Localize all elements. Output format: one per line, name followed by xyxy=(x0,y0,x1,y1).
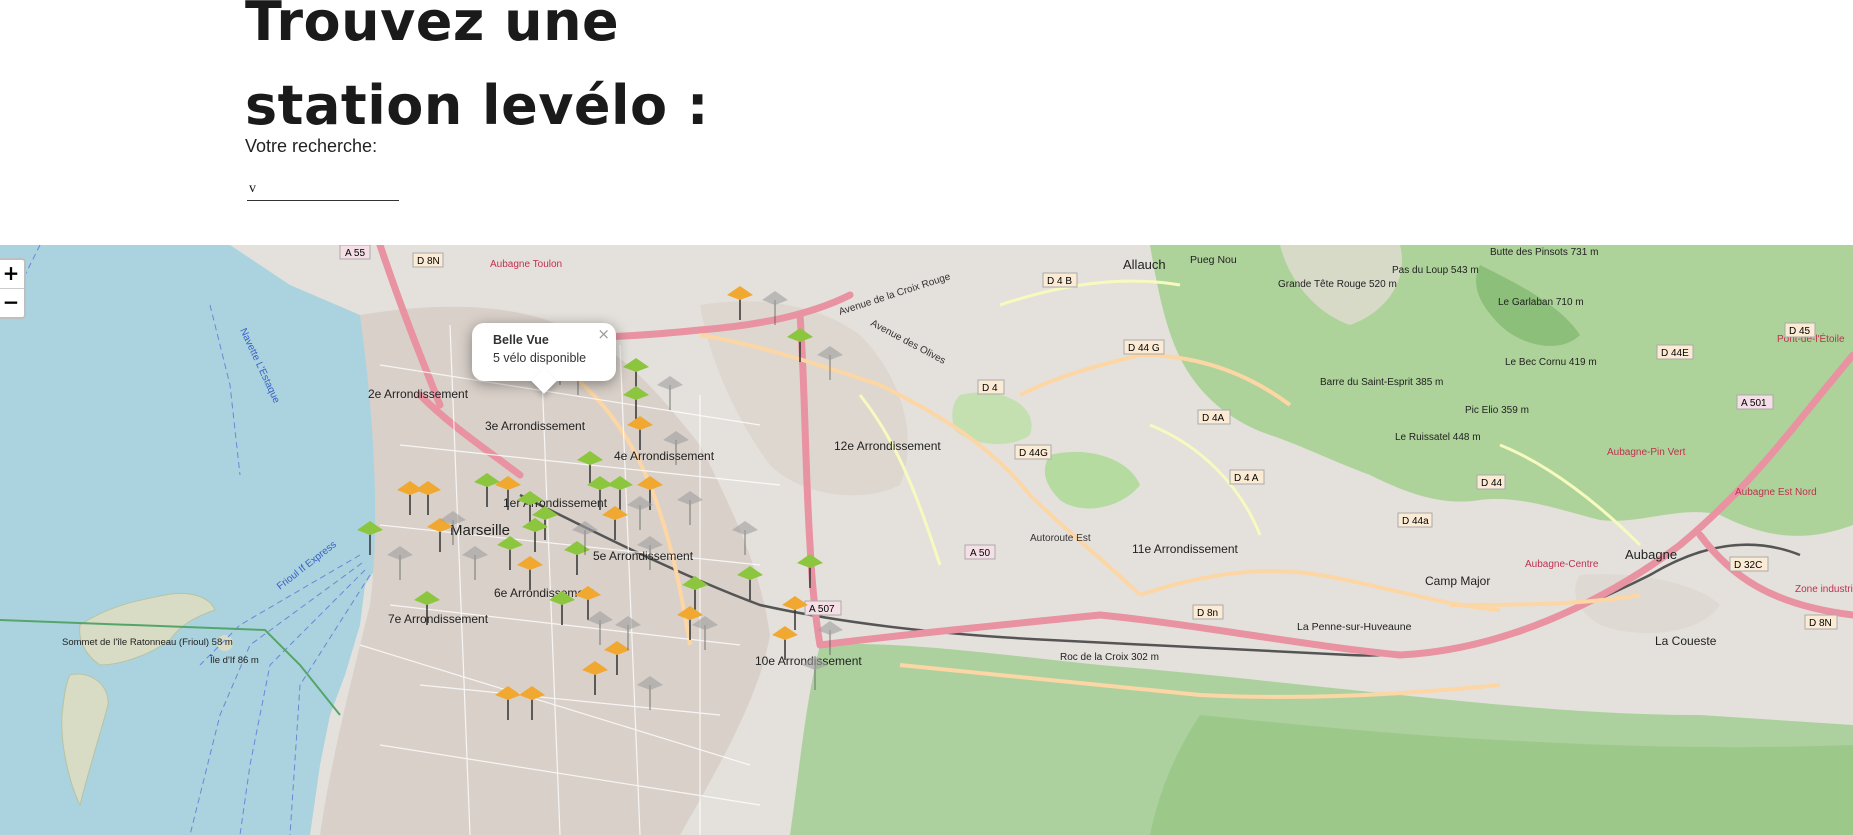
svg-text:D 8n: D 8n xyxy=(1197,608,1218,619)
label-autoroute-est: Autoroute Est xyxy=(1030,533,1091,544)
shield-d32c: D 32C xyxy=(1729,556,1769,572)
label-11e-arrondissement: 11e Arrondissement xyxy=(1132,542,1239,556)
shield-a50: A 50 xyxy=(964,544,996,560)
label-marseille: Marseille xyxy=(450,522,510,539)
shield-d8n: D 8N xyxy=(412,252,444,268)
svg-text:D 44a: D 44a xyxy=(1402,516,1429,527)
svg-text:D 44E: D 44E xyxy=(1661,348,1689,359)
label-pas-du-loup: Pas du Loup 543 m xyxy=(1392,265,1479,276)
shield-d44g: D 44 G xyxy=(1123,339,1165,355)
label-aubagne-pin-vert: Aubagne-Pin Vert xyxy=(1607,447,1686,458)
svg-text:A 50: A 50 xyxy=(970,548,990,559)
station-popup: Belle Vue 5 vélo disponible × xyxy=(472,323,616,394)
shield-d4b: D 4 B xyxy=(1042,272,1078,288)
svg-text:D 44: D 44 xyxy=(1481,478,1503,489)
shield-d44e: D 44E xyxy=(1656,344,1694,360)
label-pic-elio: Pic Elio 359 m xyxy=(1465,405,1529,416)
shield-d44: D 44 xyxy=(1476,474,1506,490)
zoom-control: + − xyxy=(0,258,26,319)
label-butte-des-pinsots: Butte des Pinsots 731 m xyxy=(1490,247,1598,258)
svg-text:A 55: A 55 xyxy=(345,248,365,259)
label-camp-major: Camp Major xyxy=(1425,574,1490,588)
label-roc-de-la-croix: Roc de la Croix 302 m xyxy=(1060,652,1159,663)
shield-d8n-2: D 8N xyxy=(1804,614,1838,630)
svg-text:A 507: A 507 xyxy=(809,604,835,615)
zoom-in-button[interactable]: + xyxy=(0,260,24,288)
shield-d4a-2: D 4 A xyxy=(1229,469,1265,485)
label-le-garlaban: Le Garlaban 710 m xyxy=(1498,297,1584,308)
svg-text:A 501: A 501 xyxy=(1741,398,1767,409)
label-aubagne: Aubagne xyxy=(1625,547,1677,562)
shield-d44a: D 44a xyxy=(1397,512,1433,528)
search-label: Votre recherche: xyxy=(245,136,378,156)
label-la-coueste: La Coueste xyxy=(1655,634,1717,648)
svg-text:D 32C: D 32C xyxy=(1734,560,1762,571)
search-input[interactable] xyxy=(247,178,399,201)
svg-text:D 44G: D 44G xyxy=(1019,448,1048,459)
popup-close-button[interactable]: × xyxy=(597,325,610,343)
popup-availability: 5 vélo disponible xyxy=(493,351,587,365)
label-la-penne: La Penne-sur-Huveaune xyxy=(1297,621,1412,633)
zoom-out-button[interactable]: − xyxy=(0,288,24,317)
label-1er-arrondissement: 1er Arrondissement xyxy=(503,496,608,510)
svg-text:D 44 G: D 44 G xyxy=(1128,343,1160,354)
svg-text:D 4A: D 4A xyxy=(1202,413,1225,424)
shield-a501: A 501 xyxy=(1736,394,1774,410)
shield-a55: A 55 xyxy=(339,245,371,260)
svg-text:D 4 B: D 4 B xyxy=(1047,276,1072,287)
label-pueg-nou: Pueg Nou xyxy=(1190,254,1237,266)
shield-a507: A 507 xyxy=(804,600,842,616)
map[interactable]: 2e Arrondissement 3e Arrondissement 4e A… xyxy=(0,245,1853,835)
label-barre-saint-esprit: Barre du Saint-Esprit 385 m xyxy=(1320,377,1443,388)
label-aubagne-centre: Aubagne-Centre xyxy=(1525,559,1599,570)
label-allauch: Allauch xyxy=(1123,257,1166,272)
label-7e-arrondissement: 7e Arrondissement xyxy=(388,612,489,626)
map-tiles[interactable]: 2e Arrondissement 3e Arrondissement 4e A… xyxy=(0,245,1853,835)
label-aubagne-est-nord: Aubagne Est Nord xyxy=(1735,487,1817,498)
shield-d4: D 4 xyxy=(977,379,1005,395)
label-le-ruissatel: Le Ruissatel 448 m xyxy=(1395,432,1481,443)
shield-d8n-3: D 8n xyxy=(1192,604,1224,620)
label-aubagne-toulon: Aubagne Toulon xyxy=(490,259,562,270)
svg-text:D 8N: D 8N xyxy=(1809,618,1832,629)
svg-text:D 4 A: D 4 A xyxy=(1234,473,1259,484)
page-title: Trouvez une station levélo : xyxy=(245,0,709,148)
label-ile-d-if: Île d'If 86 m xyxy=(209,655,259,666)
svg-text:D 4: D 4 xyxy=(982,383,998,394)
svg-text:D 8N: D 8N xyxy=(417,256,440,267)
svg-text:D 45: D 45 xyxy=(1789,326,1811,337)
shield-d4a: D 4A xyxy=(1197,409,1231,425)
label-zone-industrielle: Zone industrielle des Paluds xyxy=(1795,584,1853,595)
label-grande-tete-rouge: Grande Tête Rouge 520 m xyxy=(1278,279,1397,290)
label-5e-arrondissement: 5e Arrondissement xyxy=(593,549,694,563)
label-ratonneau: Sommet de l'île Ratonneau (Frioul) 58 m xyxy=(62,637,233,648)
label-12e-arrondissement: 12e Arrondissement xyxy=(834,439,941,453)
label-2e-arrondissement: 2e Arrondissement xyxy=(368,387,469,401)
popup-station-name: Belle Vue xyxy=(493,333,549,347)
shield-d44g-2: D 44G xyxy=(1014,444,1052,460)
label-le-bec-cornu: Le Bec Cornu 419 m xyxy=(1505,357,1597,368)
page-title-line-1: Trouvez une xyxy=(245,0,620,53)
label-3e-arrondissement: 3e Arrondissement xyxy=(485,419,586,433)
label-4e-arrondissement: 4e Arrondissement xyxy=(614,449,715,463)
shield-d45: D 45 xyxy=(1784,322,1816,338)
